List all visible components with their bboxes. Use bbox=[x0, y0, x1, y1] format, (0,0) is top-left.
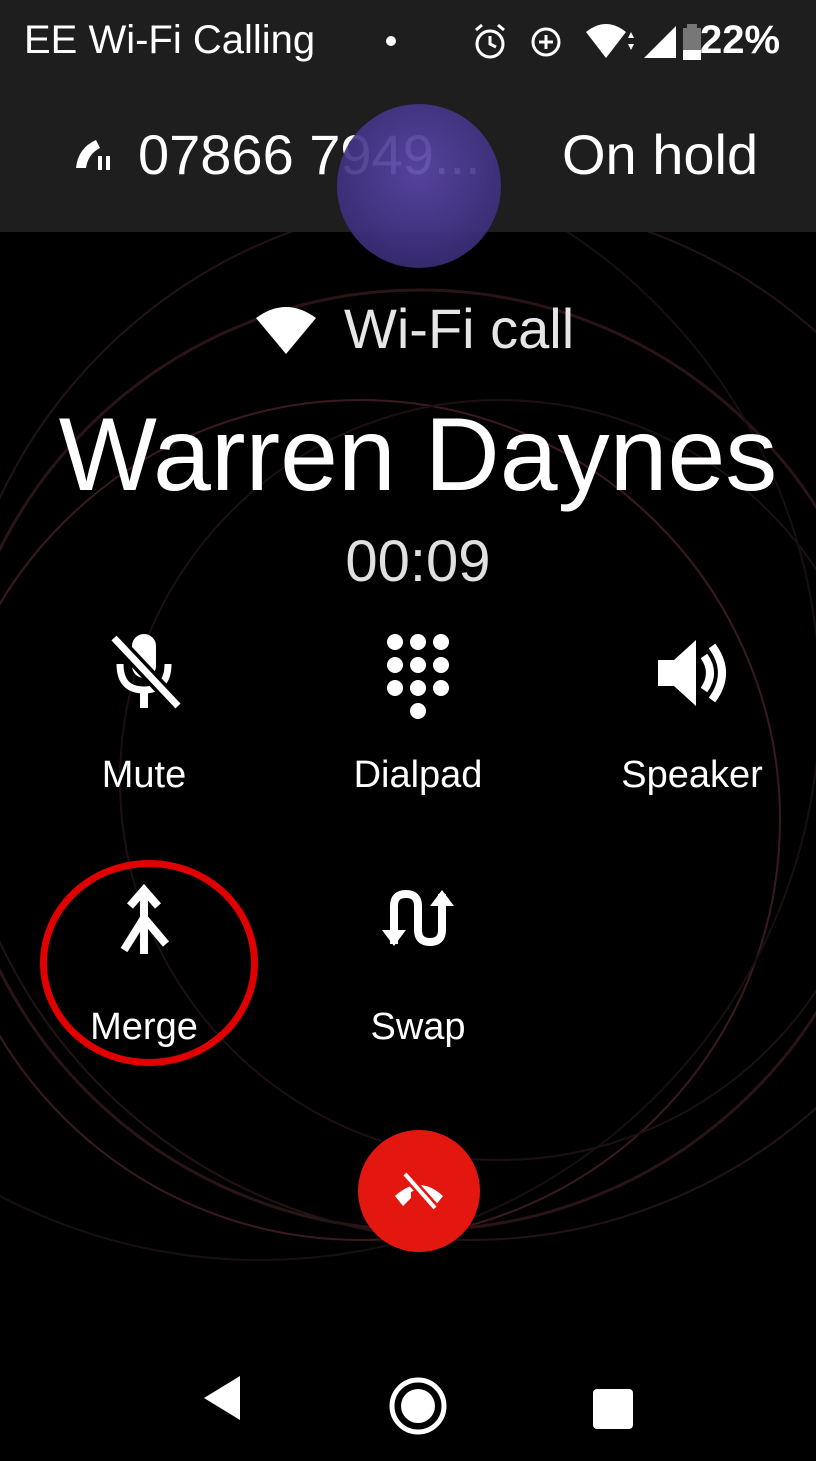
held-call-status: On hold bbox=[562, 123, 759, 186]
battery-percent: 22% bbox=[700, 18, 781, 62]
back-icon[interactable] bbox=[200, 1372, 244, 1424]
merge-button[interactable]: Merge bbox=[34, 884, 254, 1074]
speaker-button[interactable]: Speaker bbox=[582, 628, 802, 818]
home-icon[interactable] bbox=[388, 1376, 448, 1436]
cellular-signal-icon bbox=[644, 26, 676, 58]
alarm-icon bbox=[475, 23, 505, 59]
phone-screen: EE Wi-Fi Calling 22% 07866 7949... On ho… bbox=[0, 0, 816, 1461]
screenshot-border bbox=[816, 0, 820, 1461]
dialpad-button[interactable]: Dialpad bbox=[308, 628, 528, 818]
mute-label: Mute bbox=[101, 754, 187, 796]
swap-icon bbox=[382, 889, 454, 947]
mic-off-icon bbox=[108, 633, 184, 711]
recents-icon[interactable] bbox=[592, 1388, 634, 1430]
end-call-icon bbox=[395, 1168, 443, 1214]
speaker-icon bbox=[658, 640, 726, 706]
wifi-signal-icon bbox=[586, 24, 634, 58]
merge-icon bbox=[120, 884, 170, 954]
swap-button[interactable]: Swap bbox=[308, 884, 528, 1074]
end-call-button[interactable] bbox=[358, 1130, 480, 1252]
caller-name: Warren Daynes bbox=[58, 397, 778, 513]
contact-avatar bbox=[337, 104, 501, 268]
carrier-label: EE Wi-Fi Calling bbox=[24, 18, 316, 62]
call-timer: 00:09 bbox=[345, 529, 491, 594]
mute-button[interactable]: Mute bbox=[34, 628, 254, 818]
data-saver-icon bbox=[531, 27, 561, 57]
merge-label: Merge bbox=[90, 1006, 198, 1048]
speaker-label: Speaker bbox=[621, 754, 763, 796]
battery-icon bbox=[683, 24, 701, 60]
call-hold-icon bbox=[76, 140, 110, 170]
wifi-icon bbox=[256, 307, 316, 354]
dot-icon bbox=[386, 36, 396, 46]
dialpad-icon bbox=[387, 634, 449, 719]
call-type-label: Wi-Fi call bbox=[344, 297, 575, 360]
swap-label: Swap bbox=[370, 1006, 466, 1048]
dialpad-label: Dialpad bbox=[353, 754, 483, 796]
